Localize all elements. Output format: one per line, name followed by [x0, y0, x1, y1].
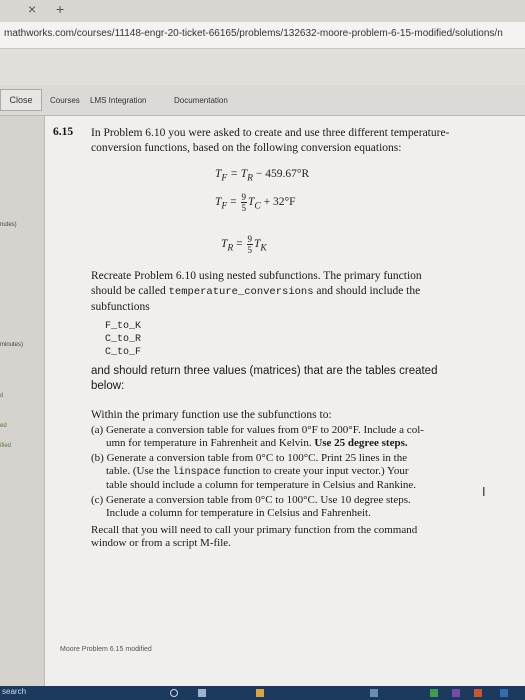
nav-lms-integration[interactable]: LMS Integration — [90, 96, 146, 105]
equation-tf-tr: TF = TR − 459.67°R — [215, 168, 310, 184]
browser-gap — [0, 49, 525, 85]
subfunction-c-to-f: C_to_F — [105, 347, 142, 358]
tab-close-icon[interactable]: × — [28, 1, 36, 17]
new-tab-icon[interactable]: + — [56, 1, 64, 17]
taskbar-search[interactable]: search — [2, 687, 26, 696]
taskbar: search — [0, 686, 525, 700]
sidebar-label: d — [0, 393, 4, 399]
recreate-line: Recreate Problem 6.10 using nested subfu… — [91, 270, 422, 282]
problem-number: 6.15 — [53, 126, 74, 138]
sidebar: nutes) minutes) d ed ified — [0, 116, 45, 686]
sidebar-label: minutes) — [0, 342, 24, 348]
address-bar[interactable]: mathworks.com/courses/11148-engr-20-tick… — [0, 22, 525, 49]
item-a: (a) Generate a conversion table for valu… — [91, 424, 424, 449]
recreate-line: should be called temperature_conversions… — [91, 285, 421, 298]
sidebar-label: ed — [0, 423, 7, 429]
store-icon[interactable] — [370, 689, 378, 697]
equation-tr-tk: TR = 9 5 TK — [221, 234, 267, 255]
nav-documentation[interactable]: Documentation — [174, 96, 228, 105]
return-line: below: — [91, 380, 125, 392]
nav-courses[interactable]: Courses — [50, 96, 80, 105]
return-paragraph: and should return three values (matrices… — [91, 364, 511, 394]
within-text: Within the primary function use the subf… — [91, 409, 332, 421]
app-icon[interactable] — [452, 689, 460, 697]
intro-line: conversion functions, based on the follo… — [91, 142, 402, 154]
close-button[interactable]: Close — [0, 89, 42, 111]
url-text[interactable]: mathworks.com/courses/11148-engr-20-tick… — [4, 28, 503, 39]
browser-tab-bar: × + — [0, 0, 525, 22]
cortana-icon[interactable] — [170, 689, 178, 697]
item-b: (b) Generate a conversion table from 0°C… — [91, 452, 417, 491]
recall-text: Recall that you will need to call your p… — [91, 524, 418, 549]
sidebar-label: ified — [0, 443, 12, 449]
mathworks-toolbar: Close Courses LMS Integration Documentat… — [0, 85, 525, 116]
text-cursor-icon: I — [482, 484, 486, 499]
problem-content: 6.15 In Problem 6.10 you were asked to c… — [45, 116, 525, 686]
return-line: and should return three values (matrices… — [91, 365, 438, 377]
footer-title: Moore Problem 6.15 modified — [60, 646, 152, 653]
subfunction-f-to-k: F_to_K — [105, 321, 142, 332]
file-explorer-icon[interactable] — [256, 689, 264, 697]
intro-line: In Problem 6.10 you were asked to create… — [91, 127, 450, 139]
app-icon[interactable] — [430, 689, 438, 697]
subfunction-c-to-r: C_to_R — [105, 334, 142, 345]
sidebar-label: nutes) — [0, 222, 17, 228]
task-view-icon[interactable] — [198, 689, 206, 697]
recreate-line: subfunctions — [91, 301, 150, 313]
app-icon[interactable] — [500, 689, 508, 697]
recreate-paragraph: Recreate Problem 6.10 using nested subfu… — [91, 269, 516, 315]
problem-intro: In Problem 6.10 you were asked to create… — [91, 126, 516, 156]
equation-tf-tc: TF = 9 5 TC + 32°F — [215, 192, 296, 213]
item-c: (c) Generate a conversion table from 0°C… — [91, 494, 411, 519]
app-icon[interactable] — [474, 689, 482, 697]
